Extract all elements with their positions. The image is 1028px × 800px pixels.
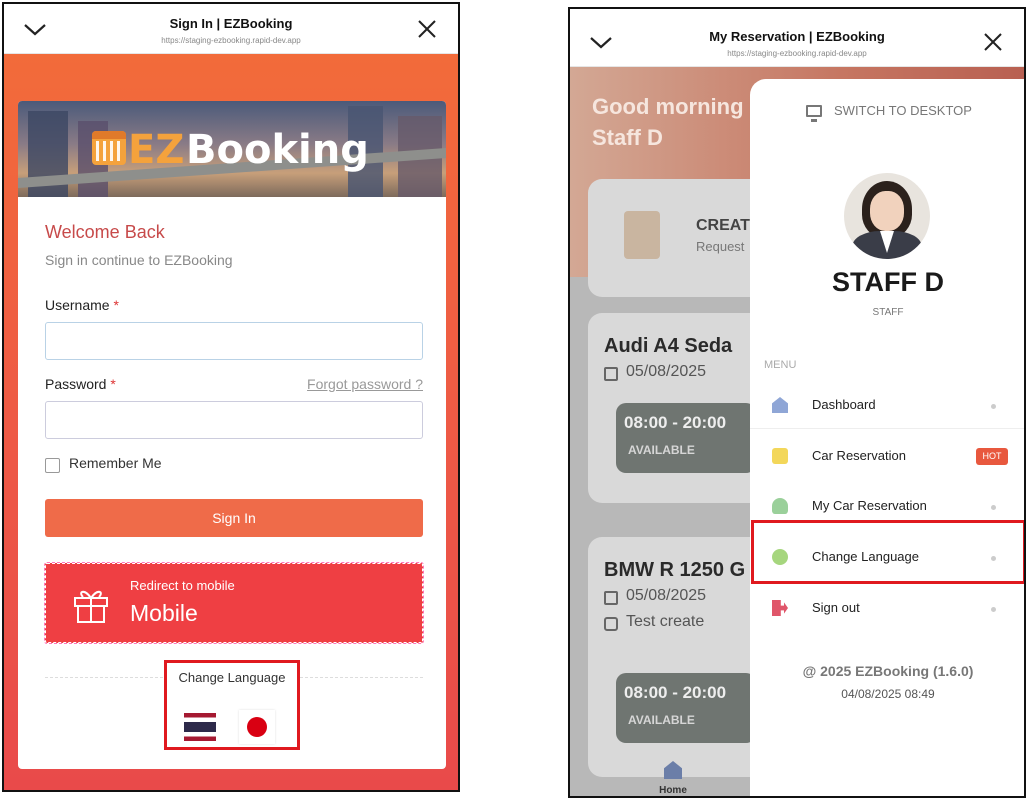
slot-status: AVAILABLE bbox=[628, 443, 695, 457]
home-tab[interactable]: Home bbox=[640, 759, 706, 796]
slot-time: 08:00 - 20:00 bbox=[624, 413, 727, 432]
menu-item-car-reservation[interactable]: Car Reservation HOT bbox=[750, 434, 1024, 480]
logo-booking: Booking bbox=[186, 127, 369, 173]
user-icon bbox=[772, 498, 788, 514]
side-drawer: SWITCH TO DESKTOP STAFF D STAFF MENU Das… bbox=[750, 79, 1024, 796]
slot-status: AVAILABLE bbox=[628, 713, 695, 727]
menu-dot bbox=[991, 505, 996, 510]
copyright: @ 2025 EZBooking (1.6.0) bbox=[802, 663, 974, 679]
car-date: 05/08/2025 bbox=[626, 363, 707, 380]
menu-item-label: Dashboard bbox=[812, 397, 876, 412]
menu-item-label: Sign out bbox=[812, 600, 860, 615]
car-date: 05/08/2025 bbox=[626, 587, 707, 604]
time-slot[interactable]: 08:00 - 20:00 AVAILABLE bbox=[616, 673, 756, 743]
menu-item-label: My Car Reservation bbox=[812, 498, 927, 513]
switch-to-desktop-button[interactable]: SWITCH TO DESKTOP bbox=[834, 103, 972, 118]
dashboard-icon bbox=[772, 397, 788, 413]
calendar-icon bbox=[604, 591, 618, 605]
page-url: https://staging-ezbooking.rapid-dev.app bbox=[161, 36, 301, 45]
create-title: CREAT bbox=[696, 217, 750, 234]
logo-ez: EZ bbox=[128, 127, 185, 173]
page-title: Sign In | EZBooking bbox=[169, 16, 293, 31]
sign-out-icon bbox=[772, 600, 788, 616]
remember-me-checkbox[interactable] bbox=[45, 458, 60, 473]
gift-icon bbox=[74, 590, 108, 623]
logo-banner: EZ Booking bbox=[18, 101, 446, 197]
username-input[interactable] bbox=[45, 322, 423, 360]
car-note: Test create bbox=[626, 613, 705, 630]
required-mark: * bbox=[110, 376, 116, 392]
change-language-highlight: Change Language bbox=[164, 660, 300, 750]
change-language-title: Change Language bbox=[178, 670, 286, 685]
sign-in-button[interactable]: Sign In bbox=[45, 499, 423, 537]
greeting-name: Staff D bbox=[592, 125, 663, 150]
password-label-text: Password bbox=[45, 376, 107, 392]
reservation-screen: My Reservation | EZBooking https://stagi… bbox=[568, 7, 1026, 798]
truck-icon bbox=[772, 448, 788, 464]
page-url: https://staging-ezbooking.rapid-dev.app bbox=[727, 49, 867, 58]
create-subtitle: Request bbox=[696, 239, 745, 254]
car-name: BMW R 1250 G bbox=[604, 559, 746, 581]
close-icon[interactable] bbox=[416, 18, 438, 40]
home-tab-label: Home bbox=[659, 785, 687, 796]
menu-dot bbox=[991, 607, 996, 612]
redirect-mobile-button[interactable]: Redirect to mobile Mobile bbox=[44, 562, 424, 644]
username-label: Username * bbox=[45, 297, 119, 313]
avatar-face bbox=[870, 191, 904, 231]
user-role: STAFF bbox=[872, 307, 904, 318]
welcome-heading: Welcome Back bbox=[45, 222, 165, 242]
calendar-icon bbox=[604, 367, 618, 381]
car-name: Audi A4 Seda bbox=[604, 335, 733, 357]
password-input[interactable] bbox=[45, 401, 423, 439]
change-language-highlight bbox=[751, 520, 1024, 584]
redirect-caption: Redirect to mobile bbox=[130, 578, 235, 593]
hot-badge: HOT bbox=[976, 448, 1008, 465]
calendar-logo-icon bbox=[92, 131, 126, 165]
close-icon[interactable] bbox=[982, 31, 1004, 53]
required-mark: * bbox=[113, 297, 119, 313]
welcome-subtitle: Sign in continue to EZBooking bbox=[45, 252, 233, 268]
timestamp: 04/08/2025 08:49 bbox=[841, 687, 935, 701]
note-icon bbox=[604, 617, 618, 631]
redirect-title: Mobile bbox=[130, 600, 198, 626]
greeting: Good morning Staff D bbox=[592, 91, 744, 153]
greeting-line: Good morning bbox=[592, 94, 744, 119]
document-icon bbox=[624, 211, 660, 259]
home-icon bbox=[664, 761, 682, 779]
browser-topbar: My Reservation | EZBooking https://stagi… bbox=[570, 9, 1024, 67]
signin-screen: Sign In | EZBooking https://staging-ezbo… bbox=[2, 2, 460, 792]
password-label: Password * bbox=[45, 376, 116, 392]
avatar bbox=[844, 173, 930, 259]
menu-item-sign-out[interactable]: Sign out bbox=[750, 586, 1024, 632]
slot-time: 08:00 - 20:00 bbox=[624, 683, 727, 702]
menu-item-dashboard[interactable]: Dashboard bbox=[750, 383, 1024, 429]
forgot-password-link[interactable]: Forgot password ? bbox=[307, 376, 423, 392]
user-name: STAFF D bbox=[832, 267, 944, 297]
time-slot[interactable]: 08:00 - 20:00 AVAILABLE bbox=[616, 403, 756, 473]
japan-flag-icon[interactable] bbox=[239, 710, 275, 744]
remember-me-label[interactable]: Remember Me bbox=[69, 455, 162, 471]
username-label-text: Username bbox=[45, 297, 110, 313]
menu-item-label: Car Reservation bbox=[812, 448, 906, 463]
desktop-icon bbox=[806, 105, 822, 122]
browser-topbar: Sign In | EZBooking https://staging-ezbo… bbox=[4, 4, 458, 54]
page-title: My Reservation | EZBooking bbox=[709, 29, 885, 44]
thai-flag-icon[interactable] bbox=[184, 713, 216, 741]
menu-header: MENU bbox=[764, 359, 797, 371]
signin-card: EZ Booking Welcome Back Sign in continue… bbox=[18, 101, 446, 769]
menu-dot bbox=[991, 404, 996, 409]
